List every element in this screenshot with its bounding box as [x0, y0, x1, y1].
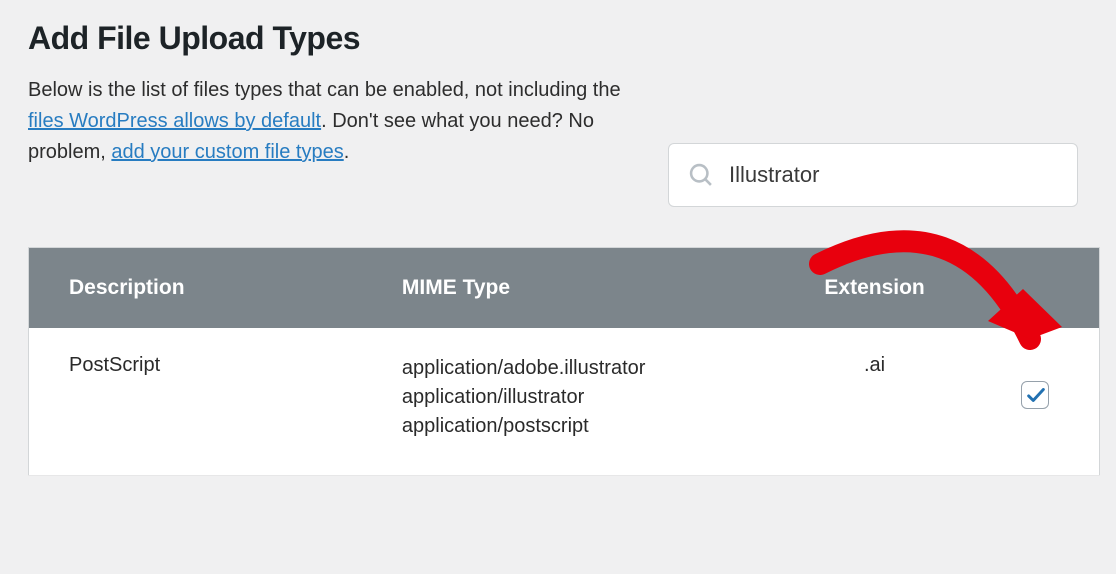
table-header-row: Description MIME Type Extension [29, 248, 1100, 329]
mime-line: application/adobe.illustrator [402, 354, 758, 383]
row-enable-checkbox[interactable] [1021, 381, 1049, 409]
search-input[interactable] [729, 162, 1059, 188]
search-box[interactable] [668, 143, 1078, 207]
cell-description: PostScript [29, 328, 382, 476]
file-types-table: Description MIME Type Extension PostScri… [28, 247, 1100, 476]
th-description: Description [29, 248, 382, 329]
cell-extension: .ai [778, 328, 971, 476]
th-extension: Extension [778, 248, 971, 329]
intro-part3: . [344, 141, 350, 163]
link-default-files[interactable]: files WordPress allows by default [28, 110, 321, 132]
page-title: Add File Upload Types [28, 20, 1100, 57]
search-icon [687, 161, 715, 189]
th-checkbox [971, 248, 1100, 329]
th-mime: MIME Type [382, 248, 778, 329]
cell-mime: application/adobe.illustrator applicatio… [382, 328, 778, 476]
mime-line: application/illustrator [402, 383, 758, 412]
link-add-custom-types[interactable]: add your custom file types [111, 141, 343, 163]
intro-part1: Below is the list of files types that ca… [28, 79, 621, 101]
intro-text: Below is the list of files types that ca… [28, 75, 628, 168]
table-row: PostScript application/adobe.illustrator… [29, 328, 1100, 476]
mime-line: application/postscript [402, 412, 758, 441]
